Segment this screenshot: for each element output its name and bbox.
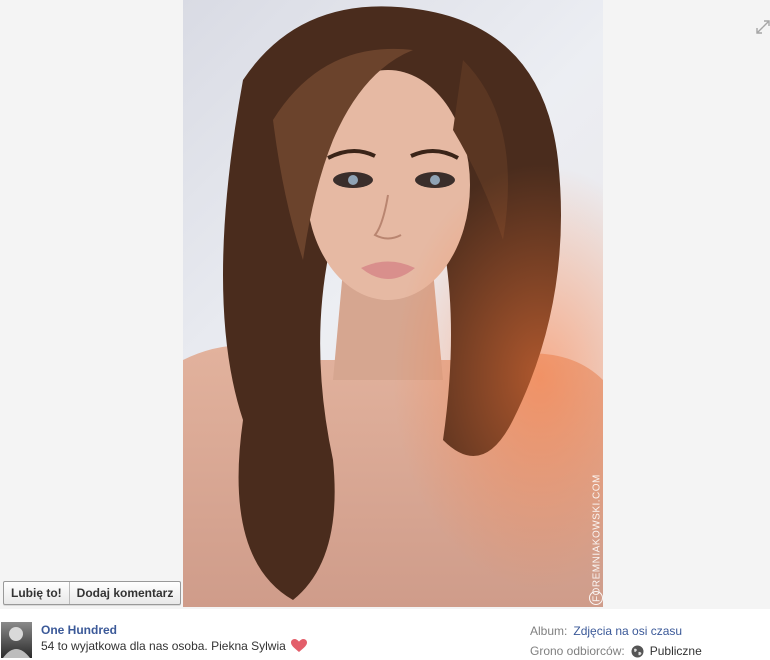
audience-value[interactable]: Publiczne <box>650 644 702 658</box>
globe-icon[interactable] <box>631 645 644 658</box>
album-label: Album: <box>530 624 568 638</box>
photo-watermark: FOREMNIAKOWSKI.COM <box>591 474 603 602</box>
photo-actions: Lubię to! Dodaj komentarz <box>3 581 182 605</box>
album-link[interactable]: Zdjęcia na osi czasu <box>573 624 682 638</box>
album-row: Album: Zdjęcia na osi czasu <box>530 624 682 638</box>
avatar[interactable] <box>1 622 32 658</box>
author-name[interactable]: One Hundred <box>41 623 117 637</box>
portrait-image <box>183 0 603 607</box>
watermark-badge-icon <box>589 591 603 605</box>
audience-row: Grono odbiorców: Publiczne <box>530 644 702 658</box>
caption-text: 54 to wyjatkowa dla nas osoba. Piekna Sy… <box>41 639 286 653</box>
like-button[interactable]: Lubię to! <box>4 582 69 604</box>
audience-label: Grono odbiorców: <box>530 644 625 658</box>
heart-icon <box>290 639 307 652</box>
expand-icon[interactable] <box>756 20 770 34</box>
post-caption: 54 to wyjatkowa dla nas osoba. Piekna Sy… <box>41 639 307 653</box>
add-comment-button[interactable]: Dodaj komentarz <box>68 582 181 604</box>
photo[interactable] <box>183 0 603 607</box>
